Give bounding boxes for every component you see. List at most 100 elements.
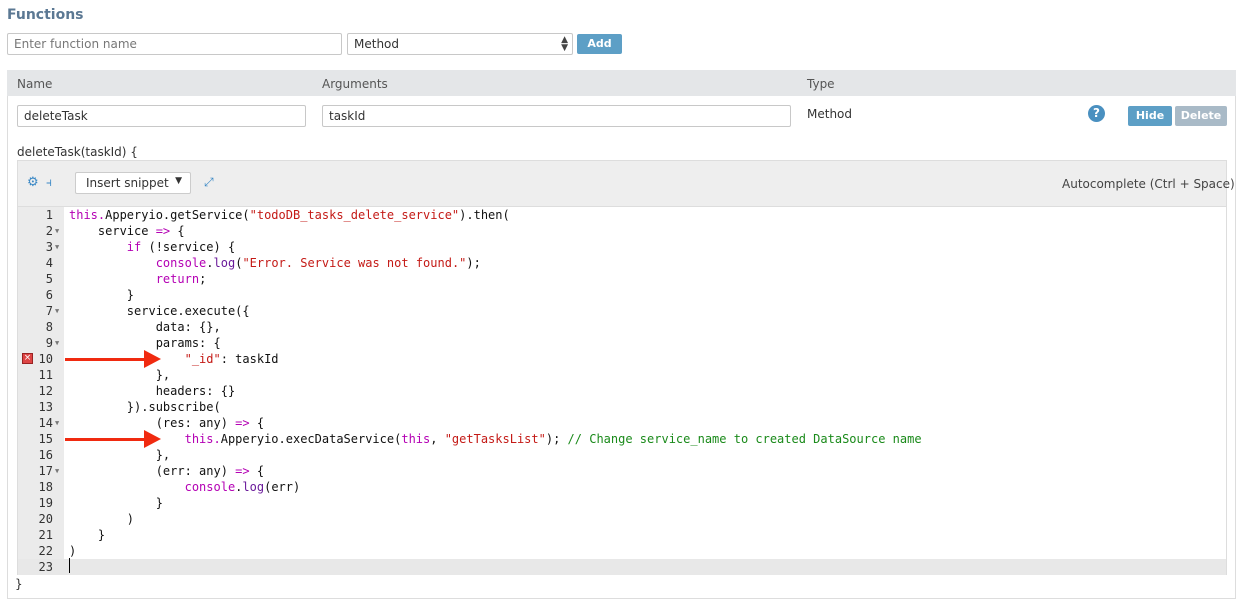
code-token: if (126, 240, 142, 254)
line-number: 17 (38, 464, 53, 478)
code-token: log (213, 256, 236, 270)
code-text: }, (69, 447, 170, 463)
line-number: 18 (38, 480, 53, 494)
insert-snippet-label: Insert snippet (86, 176, 169, 190)
code-line[interactable]: 6 } (18, 287, 1226, 303)
code-line[interactable]: 15 this.Apperyio.execDataService(this, "… (18, 430, 1226, 448)
code-token: (err) (264, 480, 301, 494)
line-number: 7 (45, 304, 53, 318)
code-token: ).then( (459, 208, 510, 222)
delete-button[interactable]: Delete (1175, 106, 1227, 126)
editor-toolbar (18, 161, 1226, 207)
code-line[interactable]: × 10 "_id": taskId (18, 350, 1226, 368)
function-type-select[interactable]: Method ▲ ▼ (347, 33, 573, 55)
line-number: 9 (45, 336, 53, 350)
section-title: Functions (7, 7, 84, 23)
code-token: ) (69, 544, 77, 558)
code-token: "todoDB_tasks_delete_service" (249, 208, 460, 222)
indent-icon[interactable]: ⫞ (46, 175, 52, 190)
code-token: (!service) { (141, 240, 236, 254)
code-line[interactable]: 5 return; (18, 271, 1226, 287)
code-line[interactable]: 8 data: {}, (18, 319, 1226, 335)
code-line[interactable]: 17 ▼ (err: any) => { (18, 463, 1226, 479)
code-line[interactable]: 1 this.Apperyio.getService("todoDB_tasks_… (18, 207, 1226, 223)
line-number: 1 (45, 208, 53, 222)
line-number: 14 (38, 416, 53, 430)
code-line[interactable]: 19 } (18, 495, 1226, 511)
code-line[interactable]: 3 ▼ if (!service) { (18, 239, 1226, 255)
code-line[interactable]: 14 ▼ (res: any) => { (18, 415, 1226, 431)
line-number: 8 (45, 320, 53, 334)
code-token: ; (199, 272, 207, 286)
fold-icon[interactable]: ▼ (55, 239, 59, 255)
code-line[interactable]: 22) (18, 543, 1226, 559)
code-line[interactable]: 4 console.log("Error. Service was not fo… (18, 255, 1226, 271)
code-text: } (69, 287, 134, 303)
function-name-input[interactable]: Enter function name (7, 33, 342, 55)
code-token: "getTasksList" (444, 432, 546, 446)
code-token: ); (545, 432, 568, 446)
expand-icon[interactable]: ⤢ (204, 175, 214, 190)
code-line[interactable]: 16 }, (18, 447, 1226, 463)
arguments-field[interactable]: taskId (322, 105, 791, 127)
code-text: params: { (69, 335, 221, 351)
question-circle-icon[interactable]: ? (1088, 105, 1105, 122)
code-text: }).subscribe( (69, 399, 221, 415)
code-token: log (242, 480, 265, 494)
code-text: } (69, 527, 105, 543)
line-number: 20 (38, 512, 53, 526)
code-text: console.log(err) (69, 479, 301, 495)
code-line[interactable]: 7 ▼ service.execute({ (18, 303, 1226, 319)
code-line[interactable]: 12 headers: {} (18, 383, 1226, 399)
code-text: }, (69, 367, 170, 383)
line-number: 21 (38, 528, 53, 542)
header-arguments: Arguments (322, 77, 388, 91)
fold-icon[interactable]: ▼ (55, 463, 59, 479)
code-line[interactable]: 21 } (18, 527, 1226, 543)
line-number: 6 (45, 288, 53, 302)
name-field[interactable]: deleteTask (17, 105, 306, 127)
gear-icon[interactable]: ⚙ (27, 175, 39, 190)
code-line[interactable]: 2 ▼ service => { (18, 223, 1226, 239)
code-line[interactable]: 11 }, (18, 367, 1226, 383)
fold-icon[interactable]: ▼ (55, 223, 59, 239)
insert-snippet-dropdown[interactable]: Insert snippet ▼ (75, 172, 191, 194)
code-text: } (69, 495, 163, 511)
code-line[interactable]: 18 console.log(err) (18, 479, 1226, 495)
code-line[interactable]: 13 }).subscribe( (18, 399, 1226, 415)
code-line[interactable]: 23 (18, 559, 1226, 575)
code-line[interactable]: 20 ) (18, 511, 1226, 527)
code-token: ); (466, 256, 481, 270)
code-token: { (249, 464, 265, 478)
code-text: ) (69, 511, 134, 527)
add-button[interactable]: Add (577, 34, 622, 54)
annotation-arrow (65, 350, 161, 368)
code-line[interactable]: 9 ▼ params: { (18, 335, 1226, 351)
line-number: 22 (38, 544, 53, 558)
fold-icon[interactable]: ▼ (55, 303, 59, 319)
code-text: (err: any) => { (69, 463, 264, 479)
table-header (7, 70, 1236, 96)
selected-type: Method (354, 37, 400, 51)
line-number: 12 (38, 384, 53, 398)
code-token: service (69, 224, 156, 238)
hide-button[interactable]: Hide (1128, 106, 1172, 126)
line-number: 23 (38, 560, 53, 574)
line-number: 10 (38, 352, 53, 366)
code-token: headers: {} (69, 384, 236, 398)
fold-icon[interactable]: ▼ (55, 415, 59, 431)
fold-icon[interactable]: ▼ (55, 335, 59, 351)
code-token: params: { (69, 336, 221, 350)
code-token: console (184, 480, 236, 494)
code-lines[interactable]: 1 this.Apperyio.getService("todoDB_tasks_… (18, 207, 1226, 575)
code-token: (err: any) (69, 464, 236, 478)
text-cursor (69, 558, 70, 573)
code-token: "Error. Service was not found." (242, 256, 467, 270)
code-token: } (69, 288, 135, 302)
code-token: } (69, 528, 106, 542)
annotation-arrow (65, 430, 161, 448)
code-token: data: {}, (69, 320, 221, 334)
code-token: (res: any) (69, 416, 236, 430)
